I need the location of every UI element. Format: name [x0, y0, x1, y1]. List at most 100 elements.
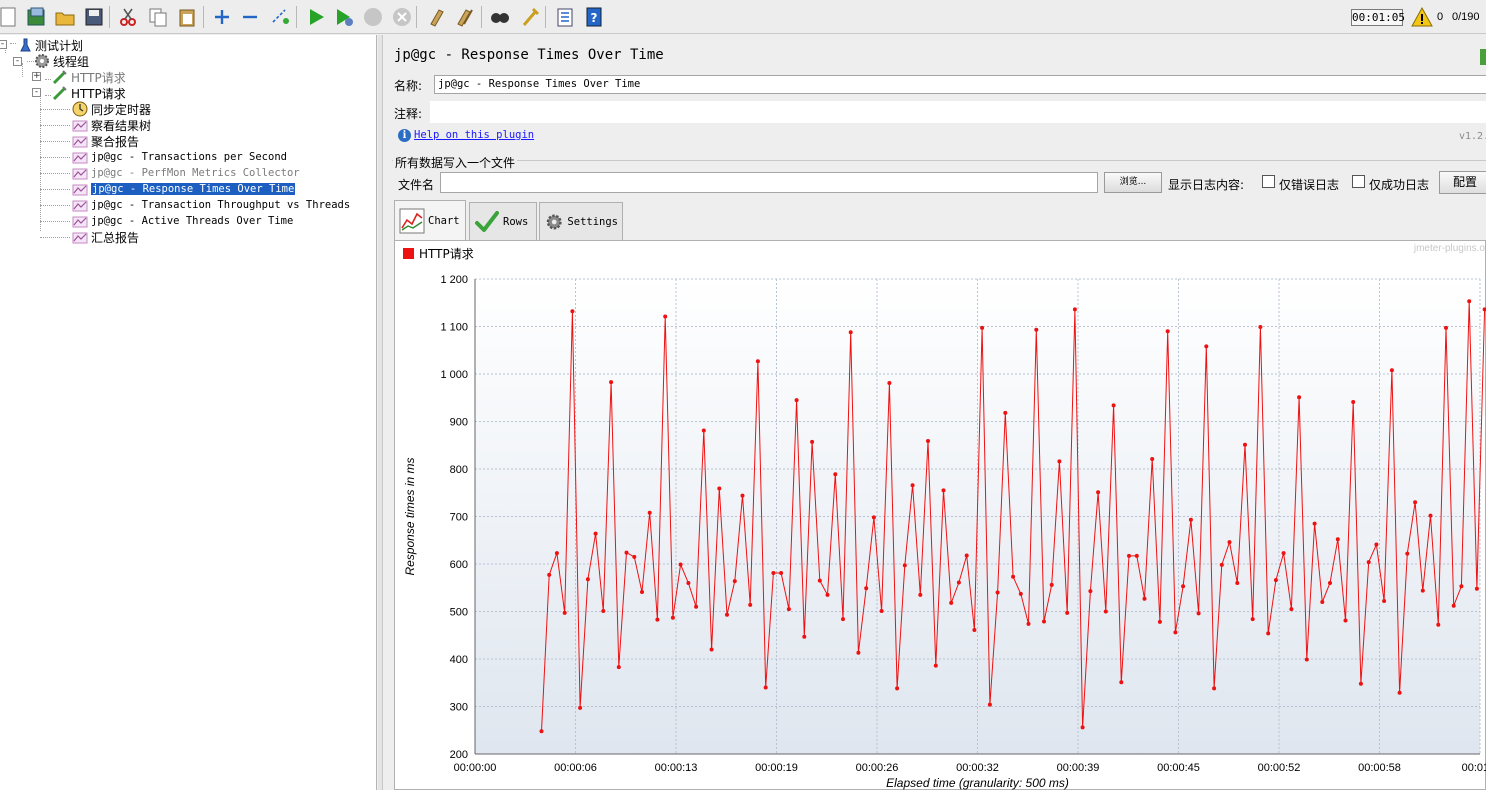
data-point	[1397, 690, 1402, 695]
tree-node[interactable]: 同步定时器	[72, 101, 151, 117]
help-button[interactable]: ?	[582, 5, 606, 29]
data-point	[1358, 681, 1363, 686]
data-point	[624, 550, 629, 555]
x-tick-label: 00:00:00	[454, 762, 497, 774]
success-only-checkbox[interactable]	[1352, 175, 1365, 188]
tree-node[interactable]: jp@gc - Response Times Over Time	[72, 181, 297, 197]
search-icon	[491, 13, 509, 23]
tab-settings[interactable]: Settings	[539, 202, 623, 240]
data-point	[609, 380, 614, 385]
shutdown-button[interactable]	[390, 5, 414, 29]
data-point	[786, 607, 791, 612]
name-label: 名称:	[394, 79, 423, 93]
x-tick-label: 00:00:52	[1258, 762, 1301, 774]
listener-icon	[72, 120, 88, 132]
data-point	[763, 685, 768, 690]
data-point	[1018, 591, 1023, 596]
tree-node[interactable]: jp@gc - Active Threads Over Time	[72, 213, 293, 229]
clear-button[interactable]	[424, 5, 448, 29]
comment-field[interactable]	[430, 101, 1486, 123]
expand-button[interactable]	[210, 5, 234, 29]
collapse-toggle-icon[interactable]: -	[32, 88, 41, 97]
help-link[interactable]: Help on this plugin	[414, 129, 534, 141]
data-point	[1243, 442, 1247, 447]
tree-node[interactable]: HTTP请求	[52, 85, 126, 101]
tree-node[interactable]: 线程组	[34, 53, 89, 69]
toggle-button[interactable]	[268, 5, 292, 29]
svg-text:?: ?	[591, 11, 598, 25]
data-point	[647, 510, 652, 515]
expand-toggle-icon[interactable]: +	[32, 72, 41, 81]
watermark: jmeter-plugins.o	[1413, 243, 1486, 254]
copy-button[interactable]	[146, 5, 170, 29]
stop-icon	[364, 8, 382, 26]
paste-button[interactable]	[175, 5, 199, 29]
collapse-toggle-icon[interactable]: -	[0, 40, 7, 49]
data-point	[1181, 584, 1186, 589]
collapse-button[interactable]	[238, 5, 262, 29]
tree-node[interactable]: jp@gc - PerfMon Metrics Collector	[72, 165, 300, 181]
tree-connector	[40, 173, 70, 174]
start-no-pause-button[interactable]	[332, 5, 356, 29]
listener-icon	[72, 216, 88, 228]
open-button[interactable]	[53, 5, 77, 29]
cut-button[interactable]	[116, 5, 140, 29]
filename-input[interactable]	[440, 172, 1098, 193]
tab-chart-label: Chart	[428, 215, 460, 227]
warning-icon[interactable]	[1411, 6, 1433, 28]
templates-button[interactable]	[24, 5, 48, 29]
start-icon	[310, 9, 324, 25]
errors-only-checkbox[interactable]	[1262, 175, 1275, 188]
toolbar-separator	[545, 6, 546, 28]
data-point	[1482, 307, 1486, 312]
tree-node[interactable]: 聚合报告	[72, 133, 139, 149]
y-axis-label: Response times in ms	[403, 457, 417, 575]
splitter[interactable]	[378, 35, 383, 790]
y-tick-label: 300	[450, 702, 468, 714]
data-point	[794, 398, 799, 403]
tree-node[interactable]: 察看结果树	[72, 117, 151, 133]
tree-connector	[40, 141, 70, 142]
data-point	[871, 515, 876, 520]
function-helper-button[interactable]	[553, 5, 577, 29]
chart-panel: 200 300 400 500 600 700 800 900 1 000 1 100 1 200 0…	[394, 240, 1486, 790]
toolbar-separator	[416, 6, 417, 28]
clear-all-button[interactable]	[453, 5, 477, 29]
data-point	[1320, 600, 1325, 604]
fieldset-legend: 所有数据写入一个文件	[393, 154, 518, 171]
name-field[interactable]: jp@gc - Response Times Over Time	[434, 75, 1486, 94]
data-point	[1312, 521, 1317, 526]
stop-button[interactable]	[361, 5, 385, 29]
new-button[interactable]	[0, 5, 20, 29]
tab-rows[interactable]: Rows	[469, 202, 537, 240]
tree-node[interactable]: 测试计划	[16, 37, 83, 53]
data-point	[1389, 368, 1394, 373]
tree-connector	[40, 109, 70, 110]
start-button[interactable]	[304, 5, 328, 29]
toolbar-separator	[203, 6, 204, 28]
collapse-toggle-icon[interactable]: -	[13, 57, 22, 66]
tree-node-label: jp@gc - Transactions per Second	[91, 151, 287, 163]
data-point	[1328, 581, 1332, 585]
save-button[interactable]	[82, 5, 106, 29]
data-point	[933, 663, 938, 668]
legend-label: HTTP请求	[419, 247, 474, 261]
tree-node[interactable]: jp@gc - Transactions per Second	[72, 149, 287, 165]
timer-display: 00:01:05	[1351, 9, 1405, 26]
browse-button[interactable]: 浏览...	[1104, 172, 1162, 193]
tab-chart[interactable]: Chart	[394, 200, 466, 241]
y-tick-label: 1 000	[440, 369, 468, 381]
data-point	[1258, 325, 1263, 329]
x-tick-label: 00:00:45	[1157, 762, 1200, 774]
y-tick-label: 900	[450, 417, 468, 429]
tree-node[interactable]: 汇总报告	[72, 229, 139, 245]
tree-node[interactable]: HTTP请求	[52, 69, 126, 85]
toolbar-separator	[109, 6, 110, 28]
data-point	[841, 617, 845, 622]
config-button[interactable]: 配置	[1439, 171, 1486, 194]
tree-node-label: 聚合报告	[91, 134, 140, 149]
tree-node[interactable]: jp@gc - Transaction Throughput vs Thread…	[72, 197, 350, 213]
reset-search-button[interactable]	[518, 5, 542, 29]
x-tick-label: 00:00:26	[856, 762, 899, 774]
search-button[interactable]	[488, 5, 512, 29]
